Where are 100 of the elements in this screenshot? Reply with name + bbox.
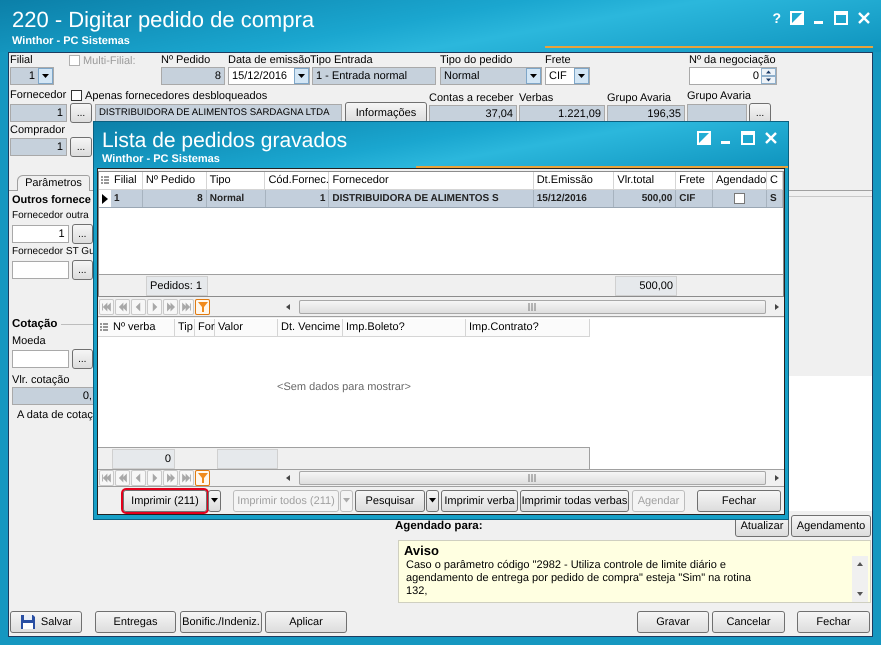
maximize-icon[interactable] <box>741 131 755 145</box>
table-cell: DISTRIBUIDORA DE ALIMENTOS S <box>329 190 534 207</box>
dialog-button[interactable]: Imprimir (211) <box>123 490 207 512</box>
quotation-value-field[interactable]: 0, <box>12 387 96 405</box>
total-value: 500,00 <box>615 276 677 296</box>
lookup-button[interactable]: ... <box>749 103 771 123</box>
column-chooser-icon[interactable] <box>101 176 109 186</box>
caret-icon[interactable] <box>211 498 218 503</box>
checkbox[interactable] <box>734 193 746 204</box>
unblocked-suppliers-checkbox[interactable]: Apenas fornecedores desbloqueados <box>71 89 268 102</box>
lookup-button[interactable]: ... <box>70 137 92 157</box>
field-label: Contas a receber <box>429 92 514 105</box>
order-count: Pedidos: 1 <box>146 276 208 296</box>
action-button[interactable]: Agendamento <box>791 515 871 537</box>
action-button[interactable]: Bonific./Indeniz. <box>180 611 262 633</box>
empty-message: <Sem dados para mostrar> <box>276 380 412 395</box>
split-square-icon[interactable] <box>697 131 711 145</box>
tab[interactable]: Parâmetros <box>17 175 90 191</box>
column-header[interactable]: Fornecedor <box>329 172 534 189</box>
column-header[interactable]: Valor <box>215 319 278 336</box>
column-header[interactable]: Dt. Vencime <box>278 319 343 336</box>
column-header[interactable]: Imp.Contrato? <box>466 319 590 336</box>
action-button[interactable]: Cancelar <box>712 611 785 633</box>
freight-dropdown[interactable]: CIF <box>545 67 590 85</box>
branch-dropdown[interactable]: 1 <box>10 67 54 85</box>
currency-field[interactable] <box>12 350 69 368</box>
dialog-title: Lista de pedidos gravados <box>102 130 348 151</box>
column-header[interactable]: Cód.Fornec. <box>265 172 330 189</box>
spin-icon[interactable] <box>761 68 776 84</box>
field-label: Vlr. cotação <box>12 374 70 387</box>
supplier-field[interactable]: 1 <box>12 225 69 243</box>
lookup-button[interactable]: ... <box>72 224 93 244</box>
table-cell: 500,00 <box>614 190 676 207</box>
field-label: Comprador <box>10 124 66 137</box>
dialog-button[interactable]: Fechar <box>697 490 781 512</box>
split-square-icon[interactable] <box>790 11 804 25</box>
dropdown-button[interactable] <box>208 490 221 512</box>
info-button[interactable]: Informações <box>345 102 427 123</box>
column-header[interactable]: Nº Pedido <box>142 172 207 189</box>
dialog-button[interactable]: Imprimir verba <box>441 490 518 512</box>
supplier-field[interactable] <box>12 261 69 279</box>
supplier-name-field[interactable]: DISTRIBUIDORA DE ALIMENTOS SARDAGNA LTDA <box>95 104 342 122</box>
dialog-button[interactable]: Imprimir todas verbas <box>520 490 629 512</box>
column-header[interactable]: Tipo <box>206 172 266 189</box>
column-header[interactable]: Dt.Emissão <box>534 172 614 189</box>
negotiation-number-field[interactable]: 0 <box>689 67 777 85</box>
section-title: Cotação <box>12 318 58 331</box>
entry-type-field[interactable]: 1 - Entrada normal <box>312 67 436 85</box>
dropdown-button[interactable] <box>426 490 439 512</box>
order-number-field[interactable]: 8 <box>161 67 225 85</box>
column-header[interactable]: Tip <box>175 319 195 336</box>
window-title: 220 - Digitar pedido de compra <box>12 9 314 31</box>
dialog-subtitle: Winthor - PC Sistemas <box>102 154 220 165</box>
verba-count: 0 <box>112 448 175 468</box>
vertical-scrollbar[interactable] <box>852 556 868 602</box>
note-text: A data de cotaç <box>16 409 93 422</box>
column-header[interactable]: Imp.Boleto? <box>343 319 466 336</box>
date-dropdown[interactable]: 15/12/2016 <box>228 67 310 85</box>
action-button[interactable]: Aplicar <box>265 611 347 633</box>
field-label: Nº da negociação <box>689 54 777 67</box>
field-label: Fornecedor <box>10 89 68 102</box>
row-indicator-icon <box>102 194 108 204</box>
action-button[interactable]: Salvar <box>10 611 82 633</box>
field-label: Moeda <box>12 335 47 348</box>
action-button[interactable]: Gravar <box>637 611 709 633</box>
column-header[interactable]: Filial <box>111 172 143 189</box>
grip-icon[interactable] <box>528 474 537 482</box>
column-header[interactable]: For <box>195 319 215 336</box>
lookup-button[interactable]: ... <box>72 260 93 280</box>
field-label: Tipo Entrada <box>310 54 374 67</box>
column-header[interactable]: Nº verba <box>110 319 175 336</box>
caret-icon[interactable] <box>526 68 541 84</box>
field-label: Verbas <box>519 92 554 105</box>
lookup-button[interactable]: ... <box>70 103 92 123</box>
grip-icon[interactable] <box>528 302 537 310</box>
close-icon[interactable] <box>764 131 778 145</box>
column-header[interactable]: Vlr.total <box>614 172 676 189</box>
table-cell: S <box>767 190 783 207</box>
column-header[interactable]: Frete <box>676 172 714 189</box>
damage-group-field[interactable] <box>687 104 747 122</box>
column-header[interactable]: Agendado <box>713 172 768 189</box>
action-button[interactable]: Fechar <box>797 611 870 633</box>
lookup-button[interactable]: ... <box>72 349 93 369</box>
column-chooser-icon[interactable] <box>100 322 108 332</box>
caret-icon[interactable] <box>38 68 53 84</box>
table-cell: 1 <box>111 190 143 207</box>
buyer-code-field[interactable]: 1 <box>10 138 67 156</box>
column-header[interactable]: C <box>767 172 783 189</box>
order-type-dropdown[interactable]: Normal <box>440 67 542 85</box>
maximize-icon[interactable] <box>834 11 848 25</box>
caret-icon[interactable] <box>294 68 309 84</box>
caret-icon[interactable] <box>574 68 589 84</box>
supplier-code-field[interactable]: 1 <box>10 104 67 122</box>
table-cell: 8 <box>142 190 207 207</box>
caret-icon[interactable] <box>429 498 436 503</box>
dialog-button[interactable]: Pesquisar <box>355 490 425 512</box>
close-icon[interactable] <box>857 11 871 25</box>
notice-title: Aviso <box>404 543 440 558</box>
notice-text: Caso o parâmetro código "2982 - Utiliza controle de limite diário e agendamento de entrega por pedido de compra" esteja "Sim" na rotina 132, <box>405 559 752 598</box>
action-button[interactable]: Entregas <box>95 611 176 633</box>
